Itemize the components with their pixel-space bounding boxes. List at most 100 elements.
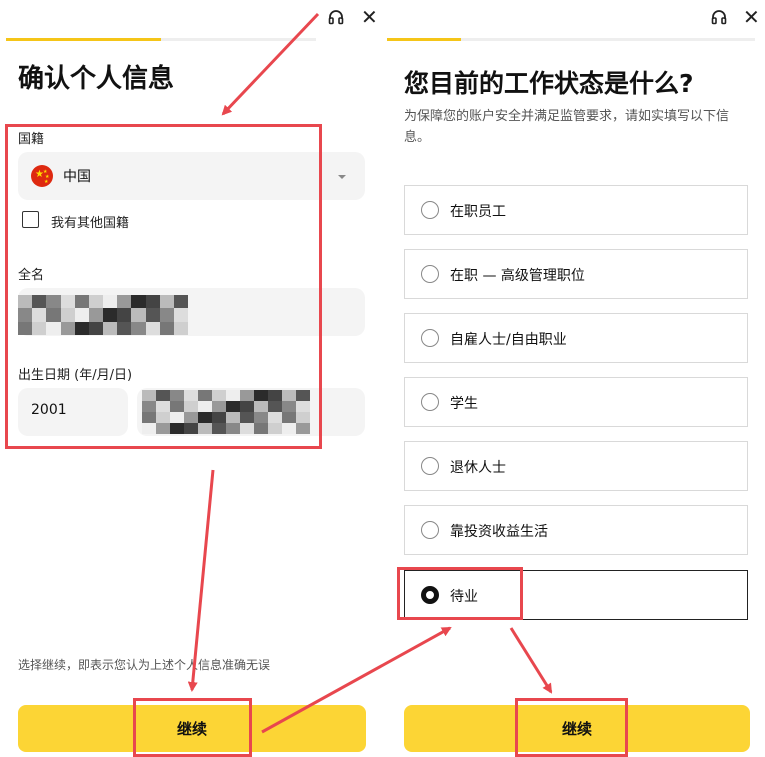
employment-option-label: 靠投资收益生活 — [450, 524, 548, 540]
redaction-cell — [117, 295, 132, 309]
redaction-cell — [131, 295, 146, 309]
employment-option[interactable]: 学生 — [404, 377, 748, 427]
redaction-cell — [46, 308, 61, 322]
employment-option[interactable]: 自雇人士/自由职业 — [404, 313, 748, 363]
redacted-name — [18, 295, 188, 335]
redaction-cell — [18, 295, 33, 309]
redaction-cell — [184, 412, 198, 423]
redaction-cell — [142, 401, 156, 412]
redaction-cell — [18, 321, 33, 335]
continue-button[interactable]: 继续 — [404, 705, 750, 752]
fullname-label: 全名 — [18, 268, 45, 283]
employment-option-label: 学生 — [450, 396, 478, 412]
redaction-cell — [88, 308, 103, 322]
redaction-cell — [212, 390, 226, 401]
redaction-cell — [226, 423, 240, 434]
radio-unchecked-icon — [421, 521, 439, 539]
redaction-cell — [88, 295, 103, 309]
redaction-cell — [145, 295, 160, 309]
redaction-cell — [142, 423, 156, 434]
redaction-cell — [60, 308, 75, 322]
headset-icon[interactable] — [710, 8, 728, 26]
redaction-cell — [74, 295, 89, 309]
redaction-cell — [32, 321, 47, 335]
redaction-cell — [145, 308, 160, 322]
redaction-cell — [103, 321, 118, 335]
redaction-cell — [159, 295, 174, 309]
redaction-cell — [240, 423, 254, 434]
radio-checked-icon — [421, 586, 439, 604]
dob-year-value: 2001 — [31, 402, 67, 418]
employment-option-label: 自雇人士/自由职业 — [450, 332, 567, 348]
redaction-cell — [282, 401, 296, 412]
progress-fill — [6, 38, 161, 41]
continue-button-label: 继续 — [561, 720, 592, 738]
redaction-cell — [282, 390, 296, 401]
redaction-cell — [117, 308, 132, 322]
redaction-cell — [226, 401, 240, 412]
dob-month-day-input[interactable] — [137, 388, 365, 436]
redaction-cell — [18, 308, 33, 322]
employment-option[interactable]: 在职 — 高级管理职位 — [404, 249, 748, 299]
employment-option[interactable]: 待业 — [404, 570, 748, 620]
radio-unchecked-icon — [421, 393, 439, 411]
china-flag-icon: ★ ★ ★ ★ — [31, 165, 53, 187]
redaction-cell — [46, 321, 61, 335]
employment-option-label: 待业 — [450, 589, 478, 605]
redaction-cell — [74, 321, 89, 335]
personal-info-screen: ✕ 确认个人信息 国籍 ★ ★ ★ ★ 中国 我有其他国籍 全名 出生日期 (年… — [0, 0, 383, 757]
redaction-cell — [212, 423, 226, 434]
redaction-cell — [268, 401, 282, 412]
redaction-cell — [296, 390, 310, 401]
nationality-value: 中国 — [63, 169, 91, 185]
redaction-cell — [254, 401, 268, 412]
redaction-cell — [170, 412, 184, 423]
redaction-cell — [32, 308, 47, 322]
redaction-cell — [254, 412, 268, 423]
redaction-cell — [212, 401, 226, 412]
redaction-cell — [240, 390, 254, 401]
dob-label: 出生日期 (年/月/日) — [18, 368, 133, 383]
redaction-cell — [159, 308, 174, 322]
close-icon[interactable]: ✕ — [743, 7, 761, 27]
redaction-cell — [226, 390, 240, 401]
employment-option-label: 在职 — 高级管理职位 — [450, 268, 585, 284]
redaction-cell — [156, 412, 170, 423]
employment-option-label: 退休人士 — [450, 460, 506, 476]
redaction-cell — [131, 321, 146, 335]
employment-option[interactable]: 在职员工 — [404, 185, 748, 235]
page-subtitle: 为保障您的账户安全并满足监管要求，请如实填写以下信息。 — [404, 109, 730, 145]
fullname-input[interactable] — [18, 288, 365, 336]
redaction-cell — [198, 390, 212, 401]
radio-unchecked-icon — [421, 201, 439, 219]
redaction-cell — [226, 412, 240, 423]
employment-option-label: 在职员工 — [450, 204, 506, 220]
redaction-cell — [117, 321, 132, 335]
page-title: 确认个人信息 — [18, 64, 175, 94]
redaction-cell — [254, 423, 268, 434]
dob-year-input[interactable]: 2001 — [18, 388, 128, 436]
redaction-cell — [184, 390, 198, 401]
nationality-select[interactable]: ★ ★ ★ ★ 中国 — [18, 152, 365, 200]
continue-button[interactable]: 继续 — [18, 705, 366, 752]
redaction-cell — [212, 412, 226, 423]
redaction-cell — [173, 321, 188, 335]
redaction-cell — [173, 308, 188, 322]
radio-unchecked-icon — [421, 329, 439, 347]
redaction-cell — [156, 401, 170, 412]
other-nationality-checkbox[interactable] — [22, 211, 39, 228]
redaction-cell — [268, 412, 282, 423]
redaction-cell — [142, 412, 156, 423]
redaction-cell — [170, 401, 184, 412]
redaction-cell — [156, 423, 170, 434]
redaction-cell — [296, 423, 310, 434]
employment-option[interactable]: 退休人士 — [404, 441, 748, 491]
employment-option[interactable]: 靠投资收益生活 — [404, 505, 748, 555]
progress-fill — [387, 38, 461, 41]
headset-icon[interactable] — [327, 8, 345, 26]
close-icon[interactable]: ✕ — [361, 7, 379, 27]
redaction-cell — [32, 295, 47, 309]
progress-bar — [6, 38, 316, 41]
redaction-cell — [88, 321, 103, 335]
redaction-cell — [268, 423, 282, 434]
